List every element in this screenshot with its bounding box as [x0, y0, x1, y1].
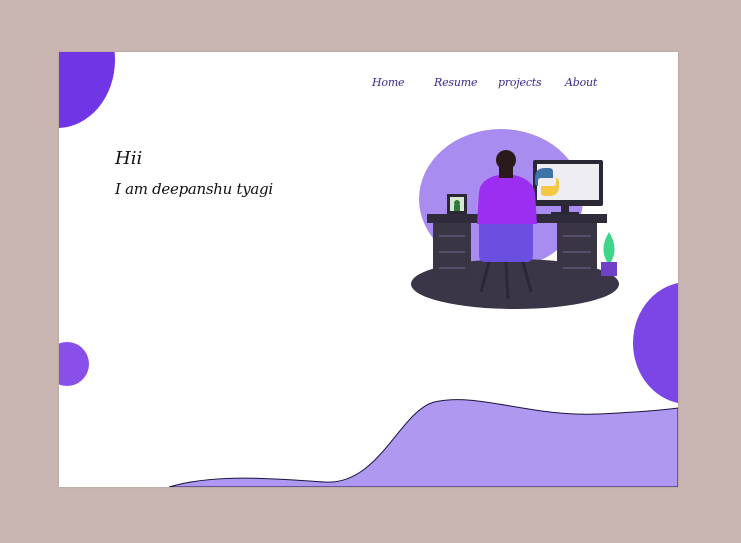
nav-home-link[interactable]: Home: [372, 76, 434, 89]
hero-greeting: Hii: [115, 148, 143, 169]
nav-resume-link[interactable]: Resume: [434, 76, 498, 89]
developer-illustration: [411, 129, 619, 309]
page-canvas: Home Resume projects About Hii I am deep…: [59, 52, 678, 487]
nav-about-link[interactable]: About: [565, 76, 605, 89]
nav-projects-link[interactable]: projects: [498, 76, 565, 89]
top-nav: Home Resume projects About: [372, 76, 605, 89]
hero-intro: I am deepanshu tyagi: [115, 180, 273, 198]
